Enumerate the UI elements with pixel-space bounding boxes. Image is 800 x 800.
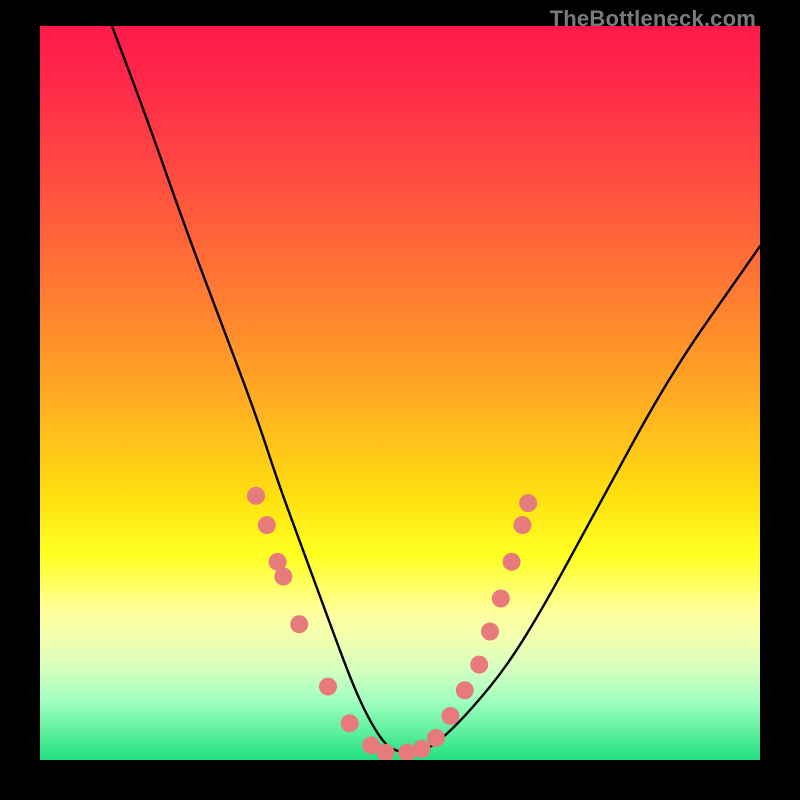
data-marker [247, 487, 265, 505]
data-marker [513, 516, 531, 534]
data-marker [441, 707, 459, 725]
data-marker [274, 568, 292, 586]
data-marker [481, 623, 499, 641]
data-marker [341, 714, 359, 732]
chart-frame: TheBottleneck.com [0, 0, 800, 800]
data-marker [290, 615, 308, 633]
marker-layer [247, 487, 537, 760]
data-marker [258, 516, 276, 534]
data-marker [413, 740, 431, 758]
data-marker [519, 494, 537, 512]
data-marker [456, 681, 474, 699]
data-marker [427, 729, 445, 747]
data-marker [492, 590, 510, 608]
plot-area [40, 26, 760, 760]
data-marker [470, 656, 488, 674]
data-marker [319, 678, 337, 696]
data-marker [503, 553, 521, 571]
bottleneck-curve [112, 26, 760, 753]
chart-svg [40, 26, 760, 760]
